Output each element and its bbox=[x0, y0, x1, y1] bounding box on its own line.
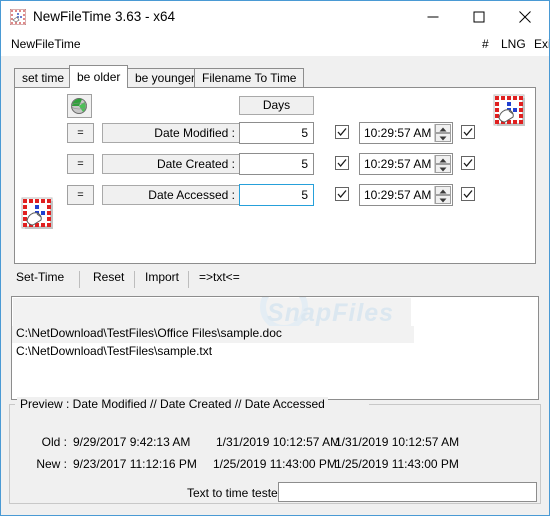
reset-button[interactable]: Reset bbox=[93, 270, 124, 284]
client-area: set time be older be younger Filename To… bbox=[1, 56, 549, 515]
spinner-up-accessed[interactable] bbox=[435, 186, 451, 195]
old-date-created: 1/31/2019 10:12:57 AM bbox=[216, 435, 341, 449]
minimize-icon bbox=[427, 16, 439, 18]
spinner-down-created[interactable] bbox=[435, 164, 451, 173]
close-icon bbox=[519, 11, 531, 23]
window-title: NewFileTime 3.63 - x64 bbox=[33, 9, 176, 24]
time-checkbox-created[interactable] bbox=[461, 156, 475, 170]
text-to-time-tester-label: Text to time tester bbox=[187, 486, 282, 500]
days-input-created[interactable]: 5 bbox=[239, 153, 314, 175]
new-date-modified: 9/23/2017 11:12:16 PM bbox=[73, 457, 197, 471]
list-top-strip bbox=[13, 298, 411, 326]
new-label: New : bbox=[36, 457, 67, 471]
equals-button-modified[interactable]: = bbox=[67, 123, 94, 143]
chevron-down-icon bbox=[439, 136, 447, 141]
import-button[interactable]: Import bbox=[145, 270, 179, 284]
time-input-created[interactable]: 10:29:57 AM bbox=[359, 153, 453, 175]
time-spinner-modified[interactable] bbox=[434, 124, 451, 142]
old-date-accessed: 1/31/2019 10:12:57 AM bbox=[335, 435, 460, 449]
chevron-down-icon bbox=[439, 167, 447, 172]
time-value-modified: 10:29:57 AM bbox=[364, 126, 432, 140]
title-bar: NewFileTime 3.63 - x64 bbox=[1, 1, 549, 34]
maximize-button[interactable] bbox=[456, 1, 502, 33]
chevron-up-icon bbox=[439, 189, 447, 194]
set-time-button[interactable]: Set-Time bbox=[16, 270, 64, 284]
app-grid-icon bbox=[9, 8, 27, 26]
spinner-up-modified[interactable] bbox=[435, 124, 451, 133]
date-created-row: = Date Created : 5 10:29:57 AM bbox=[15, 153, 535, 175]
group-border bbox=[9, 404, 15, 405]
time-checkbox-accessed[interactable] bbox=[461, 187, 475, 201]
divider bbox=[134, 271, 135, 288]
old-date-modified: 9/29/2017 9:42:13 AM bbox=[73, 435, 191, 449]
equals-button-accessed[interactable]: = bbox=[67, 185, 94, 205]
date-accessed-row: = Date Accessed : 5 10:29:57 AM bbox=[15, 184, 535, 206]
preview-legend: Preview : Date Modified // Date Created … bbox=[17, 397, 328, 411]
divider bbox=[79, 271, 80, 288]
new-date-created: 1/25/2019 11:43:00 PM bbox=[213, 457, 337, 471]
spinner-up-created[interactable] bbox=[435, 155, 451, 164]
date-modified-row: = Date Modified : 5 10:29:57 AM bbox=[15, 122, 535, 144]
time-spinner-accessed[interactable] bbox=[434, 186, 451, 204]
menu-item-hash[interactable]: # bbox=[482, 37, 489, 51]
time-input-accessed[interactable]: 10:29:57 AM bbox=[359, 184, 453, 206]
check-icon bbox=[337, 159, 347, 168]
export-txt-button[interactable]: =>txt<= bbox=[199, 270, 240, 284]
close-button[interactable] bbox=[502, 1, 548, 33]
list-item[interactable]: C:\NetDownload\TestFiles\Office Files\sa… bbox=[12, 326, 414, 343]
check-icon bbox=[337, 128, 347, 137]
check-icon bbox=[463, 190, 473, 199]
time-input-modified[interactable]: 10:29:57 AM bbox=[359, 122, 453, 144]
menu-item-language[interactable]: LNG bbox=[501, 37, 526, 51]
divider bbox=[188, 271, 189, 288]
spinner-down-accessed[interactable] bbox=[435, 195, 451, 204]
date-modified-label: Date Modified : bbox=[102, 123, 242, 143]
equals-button-created[interactable]: = bbox=[67, 154, 94, 174]
tab-set-time[interactable]: set time bbox=[14, 68, 73, 87]
tab-be-younger[interactable]: be younger bbox=[127, 68, 204, 87]
be-older-panel: Days = Date Modified: 5 10:29:57 AM = D… bbox=[14, 87, 536, 264]
new-date-accessed: 1/25/2019 11:43:00 PM bbox=[335, 457, 459, 471]
time-spinner-created[interactable] bbox=[434, 155, 451, 173]
chevron-down-icon bbox=[439, 198, 447, 203]
file-list[interactable]: SnapFiles C:\NetDownload\TestFiles\Offic… bbox=[11, 296, 539, 400]
menu-item-exit[interactable]: Exit bbox=[534, 37, 549, 51]
spinner-down-modified[interactable] bbox=[435, 133, 451, 142]
time-checkbox-modified[interactable] bbox=[461, 125, 475, 139]
menu-bar: NewFileTime # LNG Exit bbox=[1, 34, 549, 56]
date-created-label: Date Created : bbox=[102, 154, 242, 174]
check-icon bbox=[463, 159, 473, 168]
newfiletime-window: NewFileTime 3.63 - x64 NewFileTime # LNG… bbox=[0, 0, 550, 516]
check-icon bbox=[337, 190, 347, 199]
time-value-accessed: 10:29:57 AM bbox=[364, 188, 432, 202]
action-bar: Set-Time Reset Import =>txt<= bbox=[14, 270, 536, 292]
chevron-up-icon bbox=[439, 158, 447, 163]
group-border bbox=[369, 404, 541, 405]
days-input-accessed[interactable]: 5 bbox=[239, 184, 314, 206]
globe-icon[interactable] bbox=[67, 94, 92, 118]
days-input-modified[interactable]: 5 bbox=[239, 122, 314, 144]
days-checkbox-created[interactable] bbox=[335, 156, 349, 170]
chevron-up-icon bbox=[439, 127, 447, 132]
menu-item-newfiletime[interactable]: NewFileTime bbox=[11, 37, 81, 51]
list-item[interactable]: C:\NetDownload\TestFiles\sample.txt bbox=[12, 344, 212, 361]
days-checkbox-modified[interactable] bbox=[335, 125, 349, 139]
days-column-header: Days bbox=[239, 96, 314, 115]
tab-filename-to-time[interactable]: Filename To Time bbox=[194, 68, 305, 87]
tab-be-older[interactable]: be older bbox=[69, 65, 129, 88]
old-label: Old : bbox=[41, 435, 67, 449]
maximize-icon bbox=[473, 11, 485, 23]
date-accessed-label: Date Accessed : bbox=[102, 185, 242, 205]
minimize-button[interactable] bbox=[410, 1, 456, 33]
days-checkbox-accessed[interactable] bbox=[335, 187, 349, 201]
check-icon bbox=[463, 128, 473, 137]
time-value-created: 10:29:57 AM bbox=[364, 157, 432, 171]
text-to-time-tester-input[interactable] bbox=[278, 482, 537, 502]
